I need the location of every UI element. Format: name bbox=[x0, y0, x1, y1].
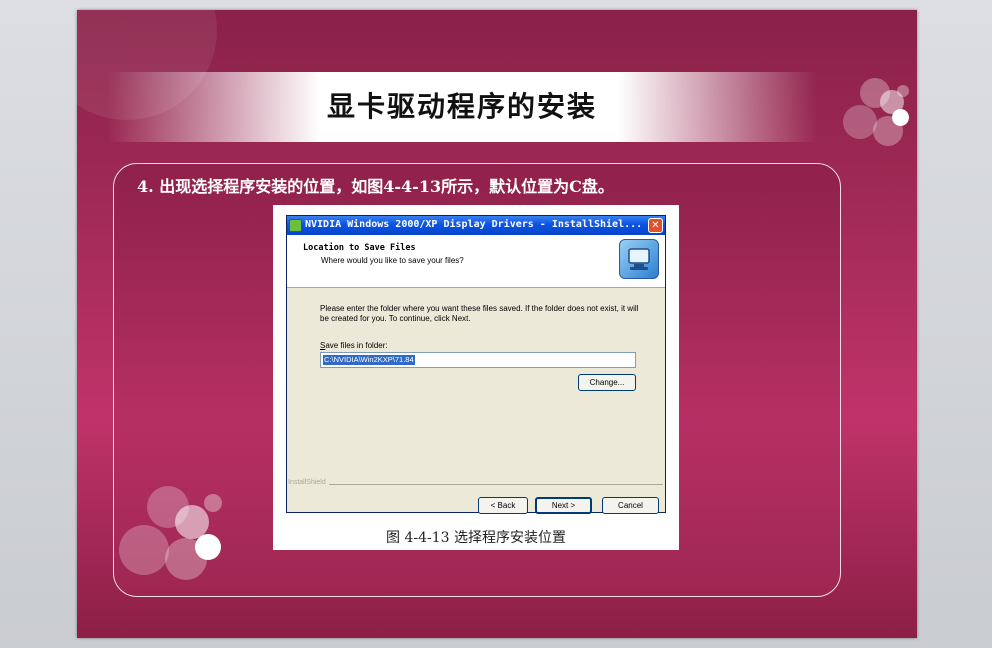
installshield-label: InstallShield bbox=[288, 479, 326, 486]
decor-circle bbox=[204, 494, 222, 512]
save-folder-value: C:\NVIDIA\Win2KXP\71.84 bbox=[323, 355, 415, 365]
decor-circle bbox=[843, 105, 877, 139]
folder-label: Save files in folder: bbox=[320, 341, 388, 350]
header-title: Location to Save Files bbox=[303, 243, 416, 253]
divider bbox=[329, 484, 663, 485]
cancel-button[interactable]: Cancel bbox=[602, 497, 659, 514]
nvidia-app-icon bbox=[289, 219, 302, 232]
slide-title: 显卡驱动程序的安装 bbox=[326, 90, 597, 123]
installer-dialog: NVIDIA Windows 2000/XP Display Drivers -… bbox=[286, 215, 666, 514]
instruction-text: Please enter the folder where you want t… bbox=[320, 304, 639, 323]
decor-circle bbox=[897, 85, 909, 97]
decor-circle bbox=[195, 534, 221, 560]
dialog-header: Location to Save Files Where would you l… bbox=[287, 235, 665, 288]
decor-circle bbox=[119, 525, 169, 575]
save-folder-input[interactable]: C:\NVIDIA\Win2KXP\71.84 bbox=[320, 352, 636, 368]
title-bar: NVIDIA Windows 2000/XP Display Drivers -… bbox=[287, 216, 665, 235]
decor-circle bbox=[892, 109, 909, 126]
computer-install-icon bbox=[619, 239, 659, 279]
figure-caption: 图 4-4-13 选择程序安装位置 bbox=[386, 530, 566, 546]
back-button[interactable]: < Back bbox=[478, 497, 528, 514]
step-text: 4. 出现选择程序安装的位置，如图4-4-13所示，默认位置为C盘。 bbox=[137, 177, 614, 196]
change-button[interactable]: Change... bbox=[578, 374, 636, 391]
folder-label-text: ave files in folder: bbox=[325, 341, 388, 350]
window-title: NVIDIA Windows 2000/XP Display Drivers -… bbox=[305, 219, 643, 230]
next-button[interactable]: Next > bbox=[535, 497, 592, 514]
header-subtitle: Where would you like to save your files? bbox=[321, 256, 464, 265]
figure-screenshot: NVIDIA Windows 2000/XP Display Drivers -… bbox=[273, 205, 679, 550]
close-icon[interactable]: ✕ bbox=[648, 218, 663, 233]
